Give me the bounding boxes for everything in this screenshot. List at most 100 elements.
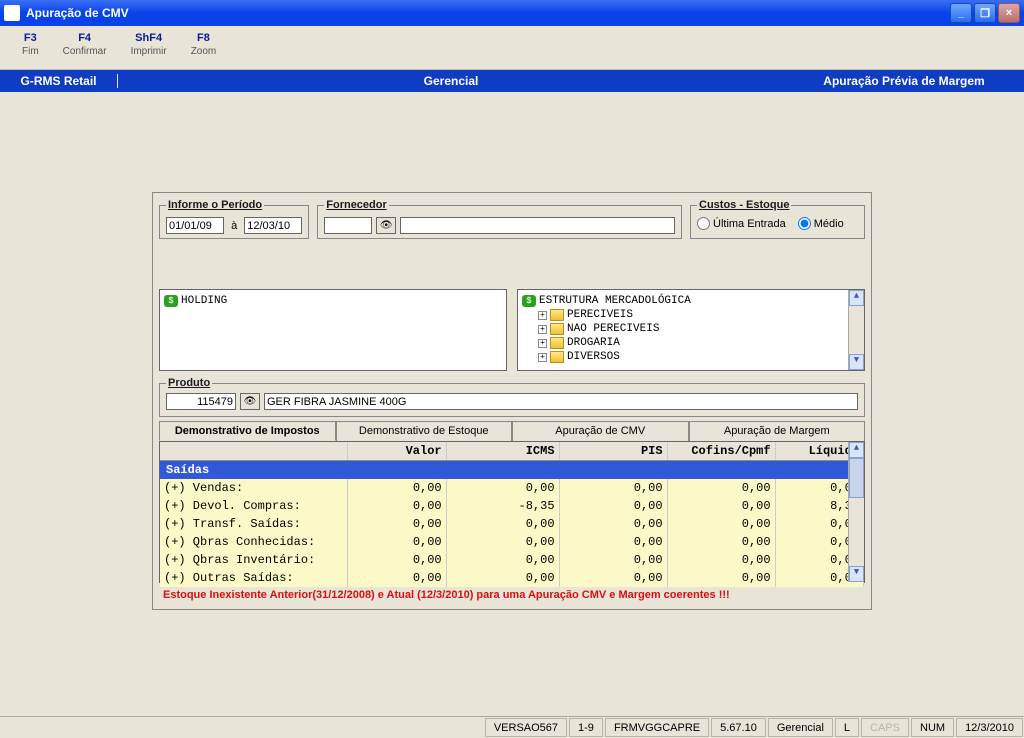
tree-item[interactable]: +DROGARIA <box>522 336 860 350</box>
cell-icms: 0,00 <box>447 515 560 533</box>
toolbar: F3 Fim F4 Confirmar ShF4 Imprimir F8 Zoo… <box>0 26 1024 70</box>
fornecedor-fieldset: Fornecedor 👁 <box>317 199 682 239</box>
radio-medio[interactable]: Médio <box>798 217 844 230</box>
close-button[interactable]: × <box>998 3 1020 23</box>
band-mid: Gerencial <box>118 74 784 88</box>
fornecedor-code-input[interactable] <box>324 217 372 234</box>
toolbar-confirmar[interactable]: F4 Confirmar <box>51 30 119 69</box>
binoculars-icon[interactable]: 👁 <box>240 393 260 410</box>
toolbar-label: Confirmar <box>63 46 107 57</box>
tree-label: HOLDING <box>181 295 227 307</box>
cell-valor: 0,00 <box>348 551 446 569</box>
tree-item[interactable]: + DIVERSOS <box>522 350 860 364</box>
minimize-button[interactable]: _ <box>950 3 972 23</box>
periodo-from-input[interactable] <box>166 217 224 234</box>
tree-label: NAO PERECIVEIS <box>567 323 659 335</box>
cell-pis: 0,00 <box>560 515 668 533</box>
tree-right[interactable]: $ ESTRUTURA MERCADOLÓGICA + PERECIVEIS + N… <box>517 289 865 371</box>
cell-label: (+) Qbras Inventário: <box>160 551 348 569</box>
expand-icon[interactable]: + <box>538 339 547 348</box>
cell-label: (+) Qbras Conhecidas: <box>160 533 348 551</box>
cell-label: (+) Vendas: <box>160 479 348 497</box>
grid-row[interactable]: (+) Qbras Conhecidas:0,000,000,000,000,0… <box>160 533 864 551</box>
toolbar-fim[interactable]: F3 Fim <box>10 30 51 69</box>
toolbar-key: ShF4 <box>135 32 162 44</box>
folder-icon <box>550 337 564 349</box>
produto-legend: Produto <box>166 377 212 389</box>
produto-code-input[interactable] <box>166 393 236 410</box>
col-header-icms: ICMS <box>447 442 560 460</box>
toolbar-zoom[interactable]: F8 Zoom <box>179 30 229 69</box>
grid-scrollbar[interactable]: ▲ ▼ <box>848 442 864 582</box>
maximize-button[interactable]: ❐ <box>974 3 996 23</box>
tab-demonstrativo-impostos[interactable]: Demonstrativo de Impostos <box>159 421 336 441</box>
expand-icon[interactable]: + <box>538 325 547 334</box>
toolbar-imprimir[interactable]: ShF4 Imprimir <box>119 30 179 69</box>
status-ver: 5.67.10 <box>711 718 766 737</box>
cell-icms: 0,00 <box>447 569 560 587</box>
status-mode: Gerencial <box>768 718 833 737</box>
status-range: 1-9 <box>569 718 603 737</box>
tree-label: PERECIVEIS <box>567 309 633 321</box>
periodo-sep: à <box>231 220 237 232</box>
grid-row[interactable]: (+) Vendas:0,000,000,000,000,00 <box>160 479 864 497</box>
tree-item[interactable]: + PERECIVEIS <box>522 308 860 322</box>
col-header-valor: Valor <box>348 442 446 460</box>
custos-fieldset: Custos - Estoque Última Entrada Médio <box>690 199 865 239</box>
cell-cofins: 0,00 <box>668 515 776 533</box>
col-header-cofins: Cofins/Cpmf <box>668 442 776 460</box>
status-l: L <box>835 718 859 737</box>
status-num: NUM <box>911 718 954 737</box>
tree-item[interactable]: + NAO PERECIVEIS <box>522 322 860 336</box>
fornecedor-name-input[interactable] <box>400 217 675 234</box>
tab-demonstrativo-estoque[interactable]: Demonstrativo de Estoque <box>336 421 513 441</box>
title-bar: Apuração de CMV _ ❐ × <box>0 0 1024 26</box>
periodo-to-input[interactable] <box>244 217 302 234</box>
cell-label: (+) Devol. Compras: <box>160 497 348 515</box>
produto-fieldset: Produto 👁 <box>159 377 865 417</box>
grid-row[interactable]: (+) Devol. Compras:0,00-8,350,000,008,35 <box>160 497 864 515</box>
money-icon: $ <box>164 295 178 307</box>
header-band: G-RMS Retail Gerencial Apuração Prévia d… <box>0 70 1024 92</box>
toolbar-key: F3 <box>24 32 37 44</box>
folder-icon <box>550 323 564 335</box>
binoculars-icon[interactable]: 👁 <box>376 217 396 234</box>
scroll-down-icon[interactable]: ▼ <box>849 566 864 582</box>
status-form: FRMVGGCAPRE <box>605 718 709 737</box>
periodo-fieldset: Informe o Período à <box>159 199 309 239</box>
grid-section-saidas: Saídas <box>160 461 864 479</box>
status-versao: VERSAO567 <box>485 718 567 737</box>
radio-ultima-entrada[interactable]: Última Entrada <box>697 217 786 230</box>
scroll-thumb[interactable] <box>849 458 864 498</box>
toolbar-label: Zoom <box>191 46 217 57</box>
expand-icon[interactable]: + <box>538 353 547 362</box>
tree-item-holding[interactable]: $ HOLDING <box>164 294 502 308</box>
data-grid: Valor ICMS PIS Cofins/Cpmf Líquido Saída… <box>159 441 865 583</box>
scroll-down-icon[interactable]: ▼ <box>849 354 864 370</box>
cell-icms: 0,00 <box>447 479 560 497</box>
scroll-up-icon[interactable]: ▲ <box>849 290 864 306</box>
tab-apuracao-margem[interactable]: Apuração de Margem <box>689 421 866 441</box>
tree-left[interactable]: $ HOLDING <box>159 289 507 371</box>
expand-icon[interactable]: + <box>538 311 547 320</box>
tree-label: DIVERSOS <box>567 351 620 363</box>
scroll-up-icon[interactable]: ▲ <box>849 442 864 458</box>
cell-pis: 0,00 <box>560 533 668 551</box>
tree-item-root[interactable]: $ ESTRUTURA MERCADOLÓGICA <box>522 294 860 308</box>
cell-cofins: 0,00 <box>668 551 776 569</box>
grid-row[interactable]: (+) Outras Saídas:0,000,000,000,000,00 <box>160 569 864 587</box>
tabs: Demonstrativo de Impostos Demonstrativo … <box>159 421 865 441</box>
folder-icon <box>550 309 564 321</box>
grid-header: Valor ICMS PIS Cofins/Cpmf Líquido <box>160 442 864 461</box>
produto-name-input[interactable] <box>264 393 858 410</box>
tab-apuracao-cmv[interactable]: Apuração de CMV <box>512 421 689 441</box>
col-header-pis: PIS <box>560 442 668 460</box>
cell-valor: 0,00 <box>348 515 446 533</box>
cell-label: (+) Transf. Saídas: <box>160 515 348 533</box>
grid-row[interactable]: (+) Transf. Saídas:0,000,000,000,000,00 <box>160 515 864 533</box>
window-title: Apuração de CMV <box>26 6 950 20</box>
cell-label: (+) Outras Saídas: <box>160 569 348 587</box>
grid-row[interactable]: (+) Qbras Inventário:0,000,000,000,000,0… <box>160 551 864 569</box>
cell-cofins: 0,00 <box>668 497 776 515</box>
scrollbar[interactable]: ▲ ▼ <box>848 290 864 370</box>
